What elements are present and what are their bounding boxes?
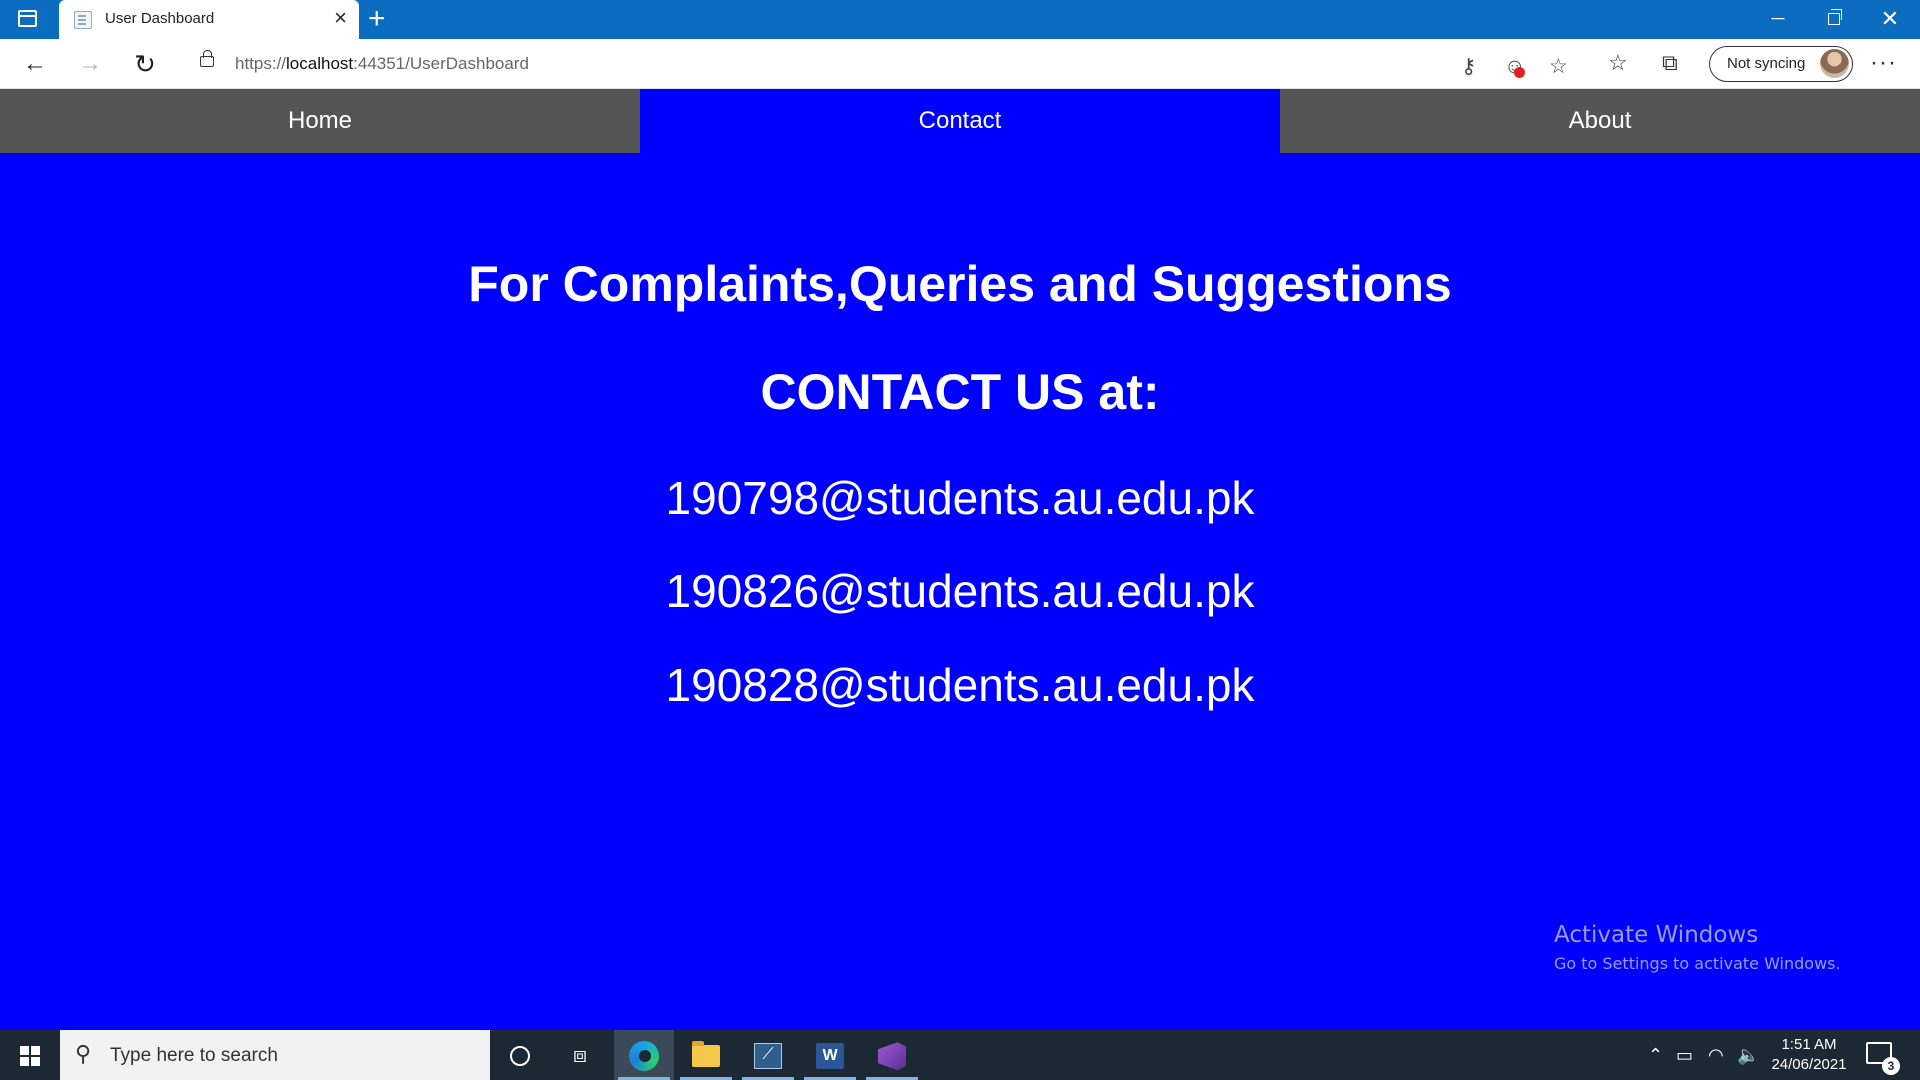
- windows-logo-icon: [20, 1046, 40, 1066]
- chevron-up-icon[interactable]: ⌃: [1648, 1043, 1663, 1067]
- watermark-title: Activate Windows: [1554, 922, 1759, 948]
- new-tab-button[interactable]: +: [368, 2, 386, 36]
- page-favicon-icon: [74, 11, 92, 29]
- profile-sync-button[interactable]: Not syncing: [1709, 46, 1853, 82]
- taskbar: ⚲ Type here to search ⧈ ⟋ W ⌃ ▭ ◠ 🔈 1:51…: [0, 1030, 1920, 1080]
- avatar: [1820, 49, 1849, 78]
- nav-about[interactable]: About: [1280, 89, 1920, 153]
- url-path: :44351/UserDashboard: [353, 54, 529, 73]
- taskbar-visual-studio[interactable]: [862, 1030, 922, 1080]
- tab-title: User Dashboard: [105, 10, 215, 27]
- restore-icon: [1828, 9, 1842, 25]
- activation-watermark: Activate Windows Go to Settings to activ…: [1554, 922, 1841, 973]
- url-host: localhost: [286, 54, 354, 73]
- cortana-button[interactable]: [490, 1030, 550, 1080]
- word-icon: W: [816, 1043, 844, 1070]
- tab-actions-icon[interactable]: [18, 10, 37, 27]
- favorites-icon[interactable]: ☆: [1608, 49, 1628, 77]
- task-view-icon: ⧈: [573, 1042, 587, 1067]
- minimize-button[interactable]: ─: [1750, 0, 1806, 39]
- contact-page: For Complaints,Queries and Suggestions C…: [0, 153, 1920, 1030]
- notification-badge: 3: [1882, 1057, 1900, 1075]
- restore-button[interactable]: [1806, 0, 1862, 39]
- taskbar-clock[interactable]: 1:51 AM 24/06/2021: [1767, 1035, 1851, 1075]
- taskbar-word[interactable]: W: [800, 1030, 860, 1080]
- folder-icon: [692, 1041, 720, 1068]
- page-title: For Complaints,Queries and Suggestions: [468, 256, 1452, 312]
- search-icon: ⚲: [75, 1041, 92, 1066]
- taskbar-search[interactable]: ⚲ Type here to search: [60, 1030, 490, 1080]
- nav-contact[interactable]: Contact: [640, 89, 1280, 153]
- more-menu-icon[interactable]: ···: [1870, 49, 1897, 77]
- watermark-subtitle: Go to Settings to activate Windows.: [1554, 954, 1841, 973]
- contact-subtitle: CONTACT US at:: [760, 364, 1160, 420]
- site-nav: Home Contact About: [0, 89, 1920, 153]
- nav-home[interactable]: Home: [0, 89, 640, 153]
- back-arrow-icon[interactable]: ←: [20, 49, 50, 79]
- forward-arrow-icon[interactable]: →: [75, 49, 105, 79]
- wifi-icon[interactable]: ◠: [1708, 1043, 1724, 1067]
- volume-icon[interactable]: 🔈: [1737, 1043, 1759, 1067]
- search-placeholder: Type here to search: [110, 1045, 278, 1066]
- collections-icon[interactable]: ⧉: [1662, 49, 1678, 77]
- add-favorite-icon[interactable]: ☆: [1549, 56, 1568, 78]
- clock-date: 24/06/2021: [1771, 1056, 1847, 1073]
- url-text[interactable]: https://localhost:44351/UserDashboard: [235, 54, 529, 74]
- battery-icon[interactable]: ▭: [1676, 1043, 1693, 1067]
- start-button[interactable]: [0, 1030, 60, 1080]
- browser-title-bar: User Dashboard × + ─ ✕: [0, 0, 1920, 39]
- reload-icon[interactable]: ↻: [130, 49, 160, 79]
- tab-close-icon[interactable]: ×: [334, 7, 347, 29]
- taskbar-sql-tool[interactable]: ⟋: [738, 1030, 798, 1080]
- contact-email: 190828@students.au.edu.pk: [665, 659, 1255, 711]
- task-view-button[interactable]: ⧈: [550, 1030, 610, 1080]
- cortana-icon: [510, 1046, 530, 1067]
- sync-label: Not syncing: [1727, 55, 1806, 72]
- browser-tab[interactable]: User Dashboard ×: [59, 0, 359, 39]
- database-tool-icon: ⟋: [754, 1043, 782, 1070]
- lock-icon[interactable]: [200, 50, 214, 67]
- close-window-button[interactable]: ✕: [1862, 0, 1918, 39]
- contact-email: 190798@students.au.edu.pk: [665, 472, 1255, 524]
- clock-time: 1:51 AM: [1781, 1036, 1837, 1053]
- url-scheme: https://: [235, 54, 287, 73]
- edge-icon: [629, 1041, 659, 1072]
- contact-email: 190826@students.au.edu.pk: [665, 565, 1255, 617]
- visual-studio-icon: [878, 1042, 906, 1071]
- key-icon[interactable]: ⚷: [1461, 56, 1476, 78]
- taskbar-edge[interactable]: [614, 1030, 674, 1080]
- address-bar[interactable]: https://localhost:44351/UserDashboard ⚷ …: [180, 45, 1588, 83]
- browser-toolbar: ← → ↻ https://localhost:44351/UserDashbo…: [0, 39, 1920, 89]
- blocked-badge-icon: [1514, 67, 1525, 78]
- taskbar-file-explorer[interactable]: [676, 1030, 736, 1080]
